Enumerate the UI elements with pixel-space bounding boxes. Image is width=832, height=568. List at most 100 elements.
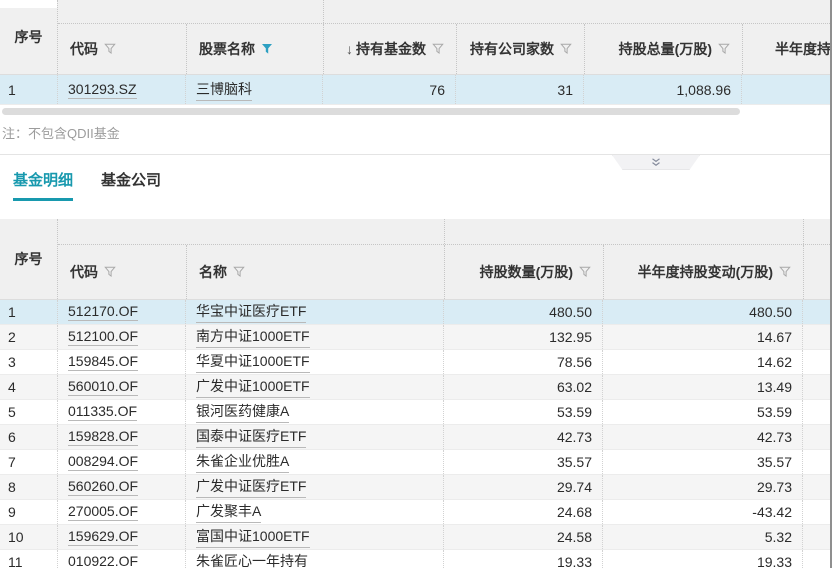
cell-pad <box>802 400 830 424</box>
table-row[interactable]: 1301293.SZ三博脑科76311,088.96 <box>0 75 830 105</box>
name-link[interactable]: 富国中证1000ETF <box>196 526 310 548</box>
code-link[interactable]: 301293.SZ <box>68 81 137 99</box>
code-link[interactable]: 560260.OF <box>68 478 138 496</box>
table-row[interactable]: 11010922.OF朱雀匠心一年持有19.3319.33 <box>0 550 830 568</box>
header-group-cell <box>323 0 830 23</box>
name-link[interactable]: 广发中证医疗ETF <box>196 476 306 498</box>
cell-shares: 63.02 <box>443 375 602 399</box>
code-link[interactable]: 512170.OF <box>68 303 138 321</box>
code-link[interactable]: 159629.OF <box>68 528 138 546</box>
cell-seq: 7 <box>0 450 57 474</box>
table-row[interactable]: 4560010.OF广发中证1000ETF63.0213.49 <box>0 375 830 400</box>
filter-icon[interactable] <box>718 43 730 55</box>
cell-seq: 1 <box>0 300 57 324</box>
column-header-seq: 序号 <box>0 219 57 299</box>
column-header-pad[interactable] <box>803 245 830 299</box>
filter-icon[interactable] <box>233 266 245 278</box>
table-row[interactable]: 5011335.OF银河医药健康A53.5953.59 <box>0 400 830 425</box>
code-link[interactable]: 512100.OF <box>68 328 138 346</box>
column-header-name[interactable]: 股票名称 <box>186 24 323 74</box>
code-link[interactable]: 008294.OF <box>68 453 138 471</box>
header-group-cell <box>803 219 830 244</box>
table-row[interactable]: 1512170.OF华宝中证医疗ETF480.50480.50 <box>0 300 830 325</box>
name-link[interactable]: 广发聚丰A <box>196 501 261 523</box>
code-link[interactable]: 159845.OF <box>68 353 138 371</box>
name-link[interactable]: 朱雀匠心一年持有 <box>196 551 308 568</box>
cell-pad <box>802 475 830 499</box>
cell-shares: 78.56 <box>443 350 602 374</box>
code-link[interactable]: 010922.OF <box>68 553 138 568</box>
cell-pad <box>802 550 830 568</box>
name-link[interactable]: 国泰中证医疗ETF <box>196 426 306 448</box>
cell-pad <box>802 525 830 549</box>
header-group-cell <box>444 219 803 244</box>
cell-seq: 3 <box>0 350 57 374</box>
name-link[interactable]: 三博脑科 <box>196 79 252 101</box>
filter-icon[interactable] <box>779 266 791 278</box>
filter-icon[interactable] <box>432 43 444 55</box>
table-row[interactable]: 8560260.OF广发中证医疗ETF29.7429.73 <box>0 475 830 500</box>
column-header-seq: 序号 <box>0 0 57 74</box>
collapse-panel-button[interactable] <box>612 155 700 170</box>
column-header-label: 持股总量(万股) <box>619 39 712 59</box>
table-row[interactable]: 3159845.OF华夏中证1000ETF78.5614.62 <box>0 350 830 375</box>
cell-change: 480.50 <box>602 300 802 324</box>
cell-seq: 11 <box>0 550 57 568</box>
column-header-label: 股票名称 <box>199 39 255 59</box>
table-row[interactable]: 6159828.OF国泰中证医疗ETF42.7342.73 <box>0 425 830 450</box>
table-row[interactable]: 9270005.OF广发聚丰A24.68-43.42 <box>0 500 830 525</box>
cell-pad <box>802 350 830 374</box>
column-header-total_shares[interactable]: 持股总量(万股) <box>584 24 742 74</box>
cell-shares: 24.68 <box>443 500 602 524</box>
column-header-name[interactable]: 名称 <box>186 245 444 299</box>
cell-company_count: 31 <box>455 75 583 104</box>
filter-icon[interactable] <box>560 43 572 55</box>
cell-shares: 53.59 <box>443 400 602 424</box>
table-row[interactable]: 7008294.OF朱雀企业优胜A35.5735.57 <box>0 450 830 475</box>
column-header-shares[interactable]: 持股数量(万股) <box>444 245 603 299</box>
column-header-half_year[interactable]: 半年度持 <box>742 24 830 74</box>
code-link[interactable]: 270005.OF <box>68 503 138 521</box>
filter-icon-active[interactable] <box>261 43 273 55</box>
header-group-cell <box>58 219 444 244</box>
column-header-fund_count[interactable]: ↓持有基金数 <box>323 24 456 74</box>
cell-code: 512170.OF <box>57 300 185 324</box>
horizontal-scrollbar[interactable] <box>0 107 830 117</box>
fund-detail-table: 序号代码名称 持股数量(万股) 半年度持股变动(万股) 1 512170.OF 华宝中证医… <box>0 219 830 568</box>
column-header-code[interactable]: 代码 <box>58 24 186 74</box>
filter-icon[interactable] <box>104 43 116 55</box>
scrollbar-thumb[interactable] <box>2 108 740 115</box>
cell-pad <box>802 450 830 474</box>
column-header-label: 持有基金数 <box>356 39 426 59</box>
name-link[interactable]: 华夏中证1000ETF <box>196 351 310 373</box>
column-header-company_count[interactable]: 持有公司家数 <box>456 24 584 74</box>
cell-name: 朱雀企业优胜A <box>185 450 443 474</box>
code-link[interactable]: 560010.OF <box>68 378 138 396</box>
name-link[interactable]: 朱雀企业优胜A <box>196 451 289 473</box>
cell-seq: 2 <box>0 325 57 349</box>
tab-fund-detail[interactable]: 基金明细 <box>13 169 73 201</box>
tab-fund-company[interactable]: 基金公司 <box>101 169 161 201</box>
name-link[interactable]: 南方中证1000ETF <box>196 326 310 348</box>
tab-bar: 基金明细 基金公司 <box>13 169 830 201</box>
double-chevron-down-icon <box>650 158 662 167</box>
cell-name: 富国中证1000ETF <box>185 525 443 549</box>
name-link[interactable]: 银河医药健康A <box>196 401 289 423</box>
header-corner <box>0 0 57 8</box>
sort-desc-icon[interactable]: ↓ <box>346 41 353 57</box>
column-header-code[interactable]: 代码 <box>58 245 186 299</box>
filter-icon[interactable] <box>579 266 591 278</box>
filter-icon[interactable] <box>104 266 116 278</box>
column-header-change[interactable]: 半年度持股变动(万股) <box>603 245 803 299</box>
column-header-label: 持股数量(万股) <box>480 262 573 282</box>
cell-name: 华夏中证1000ETF <box>185 350 443 374</box>
code-link[interactable]: 011335.OF <box>68 403 137 421</box>
name-link[interactable]: 广发中证1000ETF <box>196 376 310 398</box>
table-row[interactable]: 10159629.OF富国中证1000ETF24.585.32 <box>0 525 830 550</box>
cell-pad <box>802 300 830 324</box>
name-link[interactable]: 华宝中证医疗ETF <box>196 301 306 323</box>
table-row[interactable]: 2512100.OF南方中证1000ETF132.9514.67 <box>0 325 830 350</box>
code-link[interactable]: 159828.OF <box>68 428 138 446</box>
column-header-label: 半年度持股变动(万股) <box>638 262 773 282</box>
cell-code: 560260.OF <box>57 475 185 499</box>
